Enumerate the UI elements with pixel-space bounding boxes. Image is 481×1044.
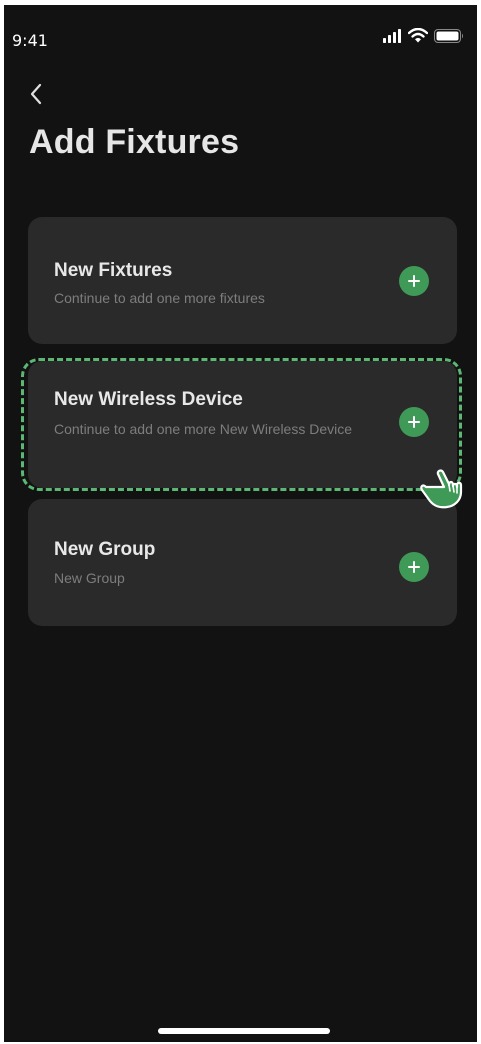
plus-circle-icon[interactable] bbox=[399, 266, 429, 296]
back-button[interactable] bbox=[26, 81, 48, 107]
new-wireless-device-subtitle: Continue to add one more New Wireless De… bbox=[54, 421, 353, 437]
tap-hand-icon bbox=[420, 469, 463, 509]
page-title: Add Fixtures bbox=[29, 123, 240, 161]
chevron-left-icon bbox=[30, 83, 42, 105]
home-indicator[interactable] bbox=[158, 1028, 330, 1034]
new-fixtures-card[interactable]: New Fixtures Continue to add one more fi… bbox=[28, 217, 457, 344]
battery-icon bbox=[434, 28, 463, 43]
new-group-card[interactable]: New Group New Group bbox=[28, 499, 457, 626]
status-time: 9:41 bbox=[12, 31, 48, 50]
phone-screen: 9:41 Add Fixtures New Fixtures Continue … bbox=[4, 5, 477, 1042]
new-group-title: New Group bbox=[54, 539, 156, 560]
new-fixtures-title: New Fixtures bbox=[54, 260, 173, 281]
new-wireless-device-title: New Wireless Device bbox=[54, 389, 243, 410]
plus-circle-icon[interactable] bbox=[399, 552, 429, 582]
wifi-icon bbox=[408, 28, 428, 43]
plus-circle-icon[interactable] bbox=[399, 407, 429, 437]
signal-icon bbox=[383, 28, 401, 43]
status-icons bbox=[382, 28, 464, 43]
new-fixtures-subtitle: Continue to add one more fixtures bbox=[54, 290, 265, 306]
new-wireless-device-card[interactable]: New Wireless Device Continue to add one … bbox=[28, 361, 457, 488]
new-group-subtitle: New Group bbox=[54, 570, 125, 586]
